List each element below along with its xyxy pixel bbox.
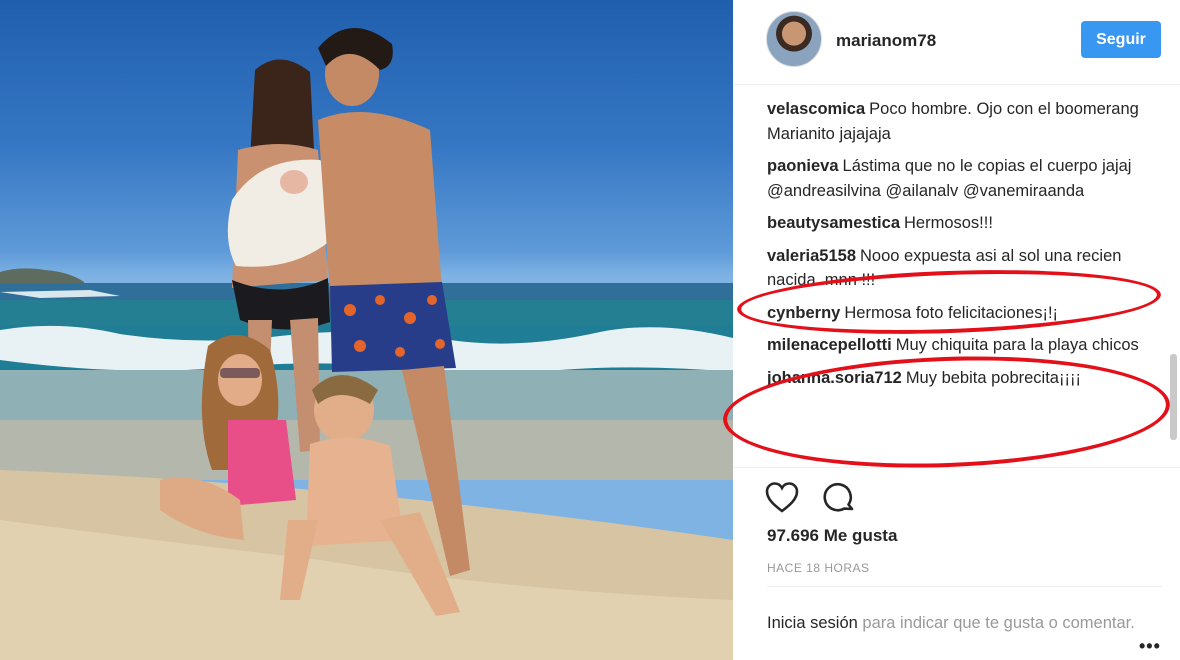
username[interactable]: marianom78 bbox=[836, 31, 936, 51]
comment-item: velascomica Poco hombre. Ojo con el boome… bbox=[767, 97, 1167, 146]
post-timestamp: HACE 18 HORAS bbox=[767, 561, 870, 575]
heart-icon[interactable] bbox=[764, 480, 800, 516]
post-actions: 97.696 Me gusta HACE 18 HORAS Inicia ses… bbox=[733, 467, 1180, 660]
comment-username[interactable]: cynberny bbox=[767, 304, 840, 322]
follow-button[interactable]: Seguir bbox=[1081, 21, 1161, 58]
comment-icon[interactable] bbox=[821, 480, 857, 516]
login-prompt-text: para indicar que te gusta o comentar. bbox=[857, 614, 1135, 632]
comment-text: Hermosa foto felicitaciones¡!¡ bbox=[844, 303, 1059, 322]
post-side-panel: marianom78 Seguir velascomica Poco hombre… bbox=[733, 0, 1180, 660]
comment-item: paonieva Lástima que no le copias el cuer… bbox=[767, 154, 1167, 203]
avatar[interactable] bbox=[766, 11, 822, 67]
login-prompt: Inicia sesión para indicar que te gusta … bbox=[767, 611, 1147, 635]
comment-username[interactable]: beautysamestica bbox=[767, 214, 900, 232]
comment-item: valeria5158 Nooo expuesta asi al sol una … bbox=[767, 244, 1167, 293]
comment-username[interactable]: milenacepellotti bbox=[767, 336, 892, 354]
comment-text: Muy chiquita para la playa chicos bbox=[895, 336, 1139, 354]
comment-text: Hermosos!!! bbox=[904, 214, 993, 232]
comment-username[interactable]: johanna.soria712 bbox=[767, 369, 902, 387]
post-header: marianom78 Seguir bbox=[733, 0, 1180, 85]
comment-item: johanna.soria712 Muy bebita pobrecita¡¡¡¡ bbox=[767, 366, 1167, 391]
more-options-icon[interactable]: ••• bbox=[1139, 636, 1161, 657]
comment-username[interactable]: paonieva bbox=[767, 157, 839, 175]
divider bbox=[767, 586, 1163, 587]
comment-item: beautysamestica Hermosos!!! bbox=[767, 211, 1167, 236]
comment-text: Muy bebita pobrecita¡¡¡¡ bbox=[905, 368, 1081, 387]
likes-count[interactable]: 97.696 Me gusta bbox=[767, 526, 897, 546]
comment-item: cynberny Hermosa foto felicitaciones¡!¡ bbox=[767, 301, 1167, 326]
comment-username[interactable]: valeria5158 bbox=[767, 247, 856, 265]
comment-item: milenacepellotti Muy chiquita para la pla… bbox=[767, 333, 1167, 358]
beach-family-illustration bbox=[0, 27, 733, 660]
comments-list[interactable]: velascomica Poco hombre. Ojo con el boome… bbox=[767, 97, 1167, 469]
post-photo[interactable] bbox=[0, 0, 733, 660]
comments-scrollbar[interactable] bbox=[1170, 354, 1177, 440]
comment-username[interactable]: velascomica bbox=[767, 100, 865, 118]
login-link[interactable]: Inicia sesión bbox=[767, 614, 858, 632]
